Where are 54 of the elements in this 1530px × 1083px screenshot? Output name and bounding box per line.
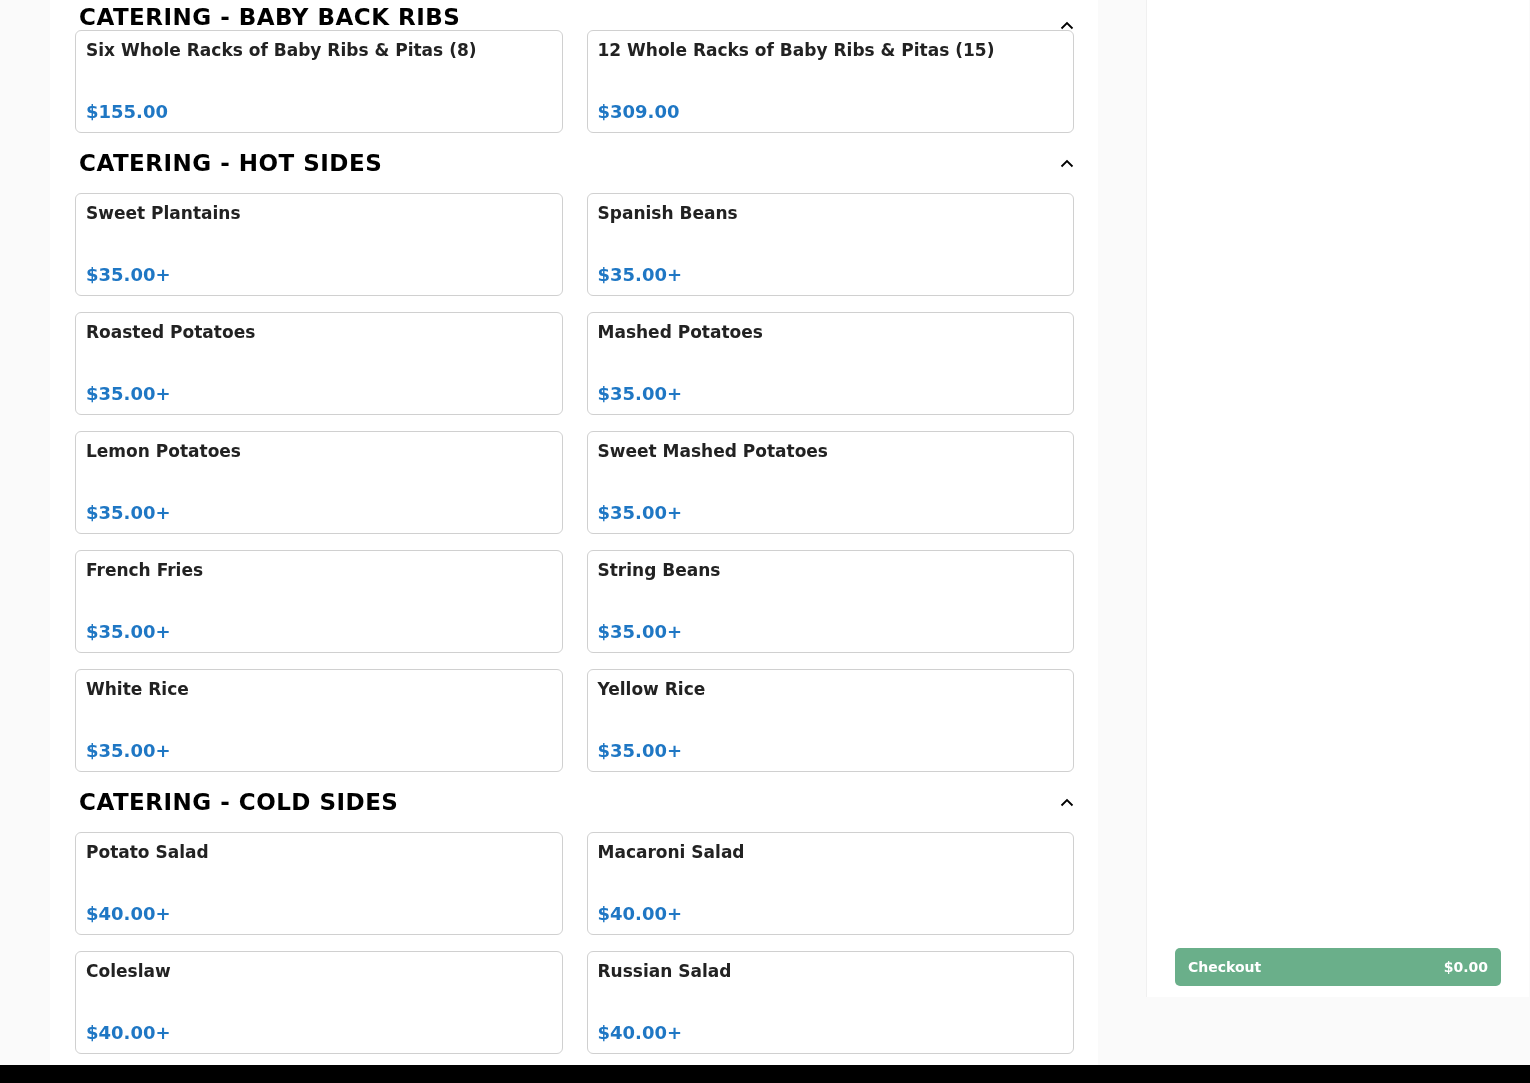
menu-item-card[interactable]: 12 Whole Racks of Baby Ribs & Pitas (15) $309.00 — [586, 30, 1074, 133]
item-price: $35.00+ — [86, 621, 172, 642]
menu-item-card[interactable]: Potato Salad $40.00+ — [75, 832, 563, 935]
item-name: Sweet Mashed Potatoes — [597, 441, 829, 461]
menu-item-card[interactable]: Sweet Plantains $35.00+ — [75, 193, 563, 296]
item-name: White Rice — [86, 679, 190, 699]
menu-item-card[interactable]: White Rice $35.00+ — [75, 669, 563, 772]
menu-item-card[interactable]: Yellow Rice $35.00+ — [586, 669, 1074, 772]
item-price: $309.00 — [597, 101, 681, 122]
item-name: Sweet Plantains — [86, 203, 242, 223]
section-heading: CATERING - COLD SIDES — [79, 789, 399, 815]
item-name: Russian Salad — [597, 961, 733, 981]
item-price: $40.00+ — [86, 1022, 172, 1043]
item-name: Roasted Potatoes — [86, 322, 257, 342]
section-heading: CATERING - BABY BACK RIBS — [79, 4, 461, 30]
item-price: $35.00+ — [597, 502, 684, 523]
item-price: $35.00+ — [597, 621, 684, 642]
item-name: Mashed Potatoes — [597, 322, 764, 342]
menu-item-card[interactable]: Mashed Potatoes $35.00+ — [586, 312, 1074, 415]
item-name: Spanish Beans — [597, 203, 739, 223]
menu-item-card[interactable]: Sweet Mashed Potatoes $35.00+ — [586, 431, 1074, 534]
chevron-up-icon[interactable] — [1060, 21, 1074, 30]
menu-item-card[interactable]: Macaroni Salad $40.00+ — [586, 832, 1074, 935]
menu-item-card[interactable]: Russian Salad $40.00+ — [586, 951, 1074, 1054]
item-name: Six Whole Racks of Baby Ribs & Pitas (8) — [86, 40, 478, 60]
item-price: $35.00+ — [597, 264, 684, 285]
item-name: French Fries — [86, 560, 205, 580]
item-price: $35.00+ — [597, 740, 684, 761]
menu-item-card[interactable]: Coleslaw $40.00+ — [75, 951, 563, 1054]
item-price: $155.00 — [86, 101, 169, 122]
chevron-up-icon[interactable] — [1060, 158, 1074, 168]
item-price: $40.00+ — [86, 903, 172, 924]
menu-item-card[interactable]: French Fries $35.00+ — [75, 550, 563, 653]
menu-item-card[interactable]: String Beans $35.00+ — [586, 550, 1074, 653]
section-heading: CATERING - HOT SIDES — [79, 150, 383, 176]
menu-item-card[interactable]: Six Whole Racks of Baby Ribs & Pitas (8) $155.00 — [75, 30, 563, 133]
item-price: $40.00+ — [597, 1022, 684, 1043]
menu-item-card[interactable]: Roasted Potatoes $35.00+ — [75, 312, 563, 415]
item-name: Yellow Rice — [597, 679, 707, 699]
menu-item-card[interactable]: Spanish Beans $35.00+ — [586, 193, 1074, 296]
item-price: $35.00+ — [86, 740, 172, 761]
item-name: String Beans — [597, 560, 722, 580]
item-name: Lemon Potatoes — [86, 441, 242, 461]
item-name: 12 Whole Racks of Baby Ribs & Pitas (15) — [597, 40, 996, 60]
item-price: $35.00+ — [86, 502, 172, 523]
item-name: Coleslaw — [86, 961, 172, 981]
chevron-up-icon[interactable] — [1060, 797, 1074, 807]
item-price: $35.00+ — [86, 264, 172, 285]
item-name: Potato Salad — [86, 842, 210, 862]
item-price: $35.00+ — [597, 383, 684, 404]
menu-item-card[interactable]: Lemon Potatoes $35.00+ — [75, 431, 563, 534]
item-price: $35.00+ — [86, 383, 172, 404]
item-name: Macaroni Salad — [597, 842, 746, 862]
item-price: $40.00+ — [597, 903, 684, 924]
